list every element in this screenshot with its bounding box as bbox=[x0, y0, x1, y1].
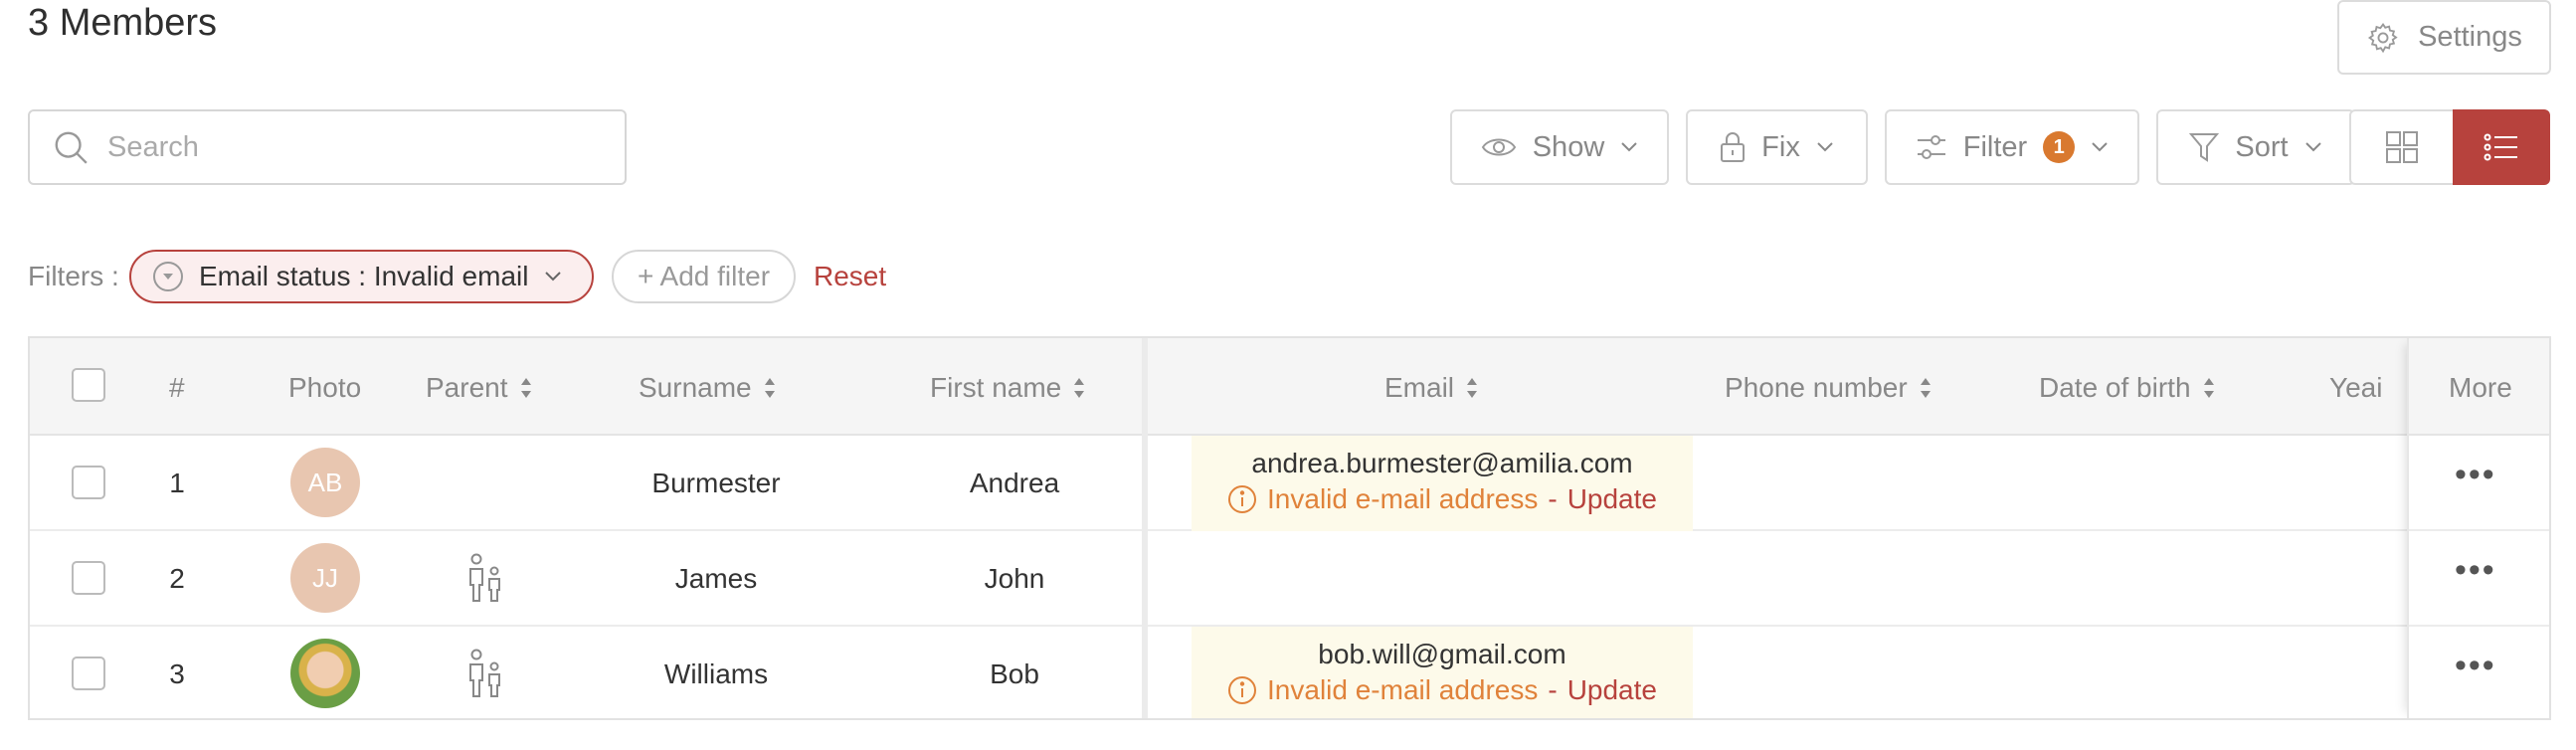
column-first-name[interactable]: First name bbox=[930, 372, 1085, 404]
sort-icon bbox=[1467, 378, 1478, 398]
search-icon bbox=[55, 131, 88, 164]
chevron-down-icon bbox=[1817, 142, 1833, 152]
active-filter-chip[interactable]: Email status : Invalid email bbox=[129, 250, 594, 303]
row-checkbox[interactable] bbox=[72, 561, 105, 595]
list-view-button[interactable] bbox=[2453, 109, 2550, 185]
chevron-down-icon bbox=[2304, 142, 2321, 152]
add-filter-button[interactable]: + Add filter bbox=[612, 250, 796, 303]
row-first-name: John bbox=[984, 563, 1045, 594]
column-more: More bbox=[2449, 372, 2512, 403]
chevron-down-icon bbox=[2092, 142, 2108, 152]
table-row[interactable]: 2 JJ James John ••• bbox=[30, 531, 2549, 627]
update-email-link[interactable]: Update bbox=[1567, 674, 1657, 706]
show-label: Show bbox=[1532, 130, 1605, 163]
filters-label: Filters : bbox=[28, 261, 119, 291]
email-address: bob.will@gmail.com bbox=[1318, 639, 1566, 669]
column-year[interactable]: Yeai bbox=[2329, 372, 2382, 404]
row-index: 3 bbox=[169, 658, 185, 689]
column-parent[interactable]: Parent bbox=[426, 372, 532, 404]
reset-link[interactable]: Reset bbox=[814, 261, 886, 292]
sort-label: Sort bbox=[2235, 130, 2289, 163]
avatar: AB bbox=[290, 448, 360, 517]
gear-icon bbox=[2368, 22, 2398, 53]
fix-button[interactable]: Fix bbox=[1686, 109, 1868, 185]
frozen-column-divider bbox=[1142, 338, 1148, 718]
warning-text: Invalid e-mail address bbox=[1267, 483, 1539, 514]
warning-text: Invalid e-mail address bbox=[1267, 674, 1539, 705]
row-surname: James bbox=[674, 563, 758, 594]
select-all-checkbox[interactable] bbox=[72, 368, 105, 402]
funnel-icon bbox=[2189, 133, 2220, 162]
column-dob-label: Date of birth bbox=[2039, 372, 2191, 403]
update-email-link[interactable]: Update bbox=[1567, 483, 1657, 515]
family-icon[interactable] bbox=[467, 553, 503, 603]
chevron-down-icon bbox=[545, 272, 562, 281]
table-row[interactable]: 3 Williams Bob bob.will@gmail.com Invali… bbox=[30, 627, 2549, 718]
column-phone[interactable]: Phone number bbox=[1725, 372, 1932, 404]
search-input[interactable] bbox=[107, 130, 605, 164]
sort-icon bbox=[764, 378, 775, 398]
sort-icon bbox=[520, 378, 531, 398]
info-icon bbox=[1228, 676, 1257, 704]
row-first-name: Andrea bbox=[969, 468, 1060, 498]
page-title: 3 Members bbox=[28, 2, 218, 44]
avatar-photo bbox=[290, 639, 360, 708]
more-column: More bbox=[2407, 338, 2549, 718]
eye-icon bbox=[1481, 138, 1516, 156]
column-index: # bbox=[169, 372, 185, 403]
sort-icon bbox=[1920, 378, 1931, 398]
sort-button[interactable]: Sort bbox=[2156, 109, 2355, 185]
filter-count-badge: 1 bbox=[2043, 131, 2076, 163]
email-warning: Invalid e-mail address - Update bbox=[1192, 674, 1693, 706]
column-first-name-label: First name bbox=[930, 372, 1062, 403]
lock-icon bbox=[1721, 132, 1746, 162]
avatar: JJ bbox=[290, 543, 360, 613]
fix-label: Fix bbox=[1761, 130, 1800, 163]
column-surname[interactable]: Surname bbox=[639, 372, 776, 404]
list-view-icon bbox=[2484, 133, 2517, 161]
column-email[interactable]: Email bbox=[1384, 372, 1478, 404]
email-warning: Invalid e-mail address - Update bbox=[1192, 483, 1693, 515]
row-surname: Burmester bbox=[651, 468, 781, 498]
column-dob[interactable]: Date of birth bbox=[2039, 372, 2215, 404]
row-index: 2 bbox=[169, 563, 185, 594]
column-phone-label: Phone number bbox=[1725, 372, 1908, 403]
column-photo: Photo bbox=[288, 372, 362, 403]
table-row[interactable]: 1 AB Burmester Andrea andrea.burmester@a… bbox=[30, 436, 2549, 531]
settings-label: Settings bbox=[2418, 21, 2522, 53]
search-box[interactable] bbox=[28, 109, 627, 185]
chip-dropdown-icon[interactable] bbox=[153, 262, 183, 291]
grid-view-button[interactable] bbox=[2349, 109, 2453, 185]
info-icon bbox=[1228, 485, 1257, 513]
row-surname: Williams bbox=[663, 658, 769, 689]
row-first-name: Bob bbox=[990, 658, 1039, 689]
warning-separator: - bbox=[1548, 674, 1558, 705]
email-address: andrea.burmester@amilia.com bbox=[1251, 448, 1633, 478]
sort-icon bbox=[2203, 378, 2214, 398]
table-header: # Photo Parent Surname First name Email … bbox=[30, 338, 2549, 436]
row-checkbox[interactable] bbox=[72, 466, 105, 499]
sliders-icon bbox=[1917, 135, 1945, 159]
filter-label: Filter bbox=[1962, 130, 2028, 163]
show-button[interactable]: Show bbox=[1450, 109, 1669, 185]
email-cell: bob.will@gmail.com Invalid e-mail addres… bbox=[1192, 627, 1693, 718]
row-index: 1 bbox=[169, 468, 185, 498]
grid-view-icon bbox=[2386, 131, 2418, 163]
warning-separator: - bbox=[1548, 483, 1558, 514]
family-icon[interactable] bbox=[467, 649, 503, 698]
members-table: # Photo Parent Surname First name Email … bbox=[28, 336, 2551, 720]
settings-button[interactable]: Settings bbox=[2337, 0, 2551, 75]
column-email-label: Email bbox=[1384, 372, 1455, 403]
column-surname-label: Surname bbox=[639, 372, 752, 403]
chip-label: Email status : Invalid email bbox=[199, 261, 529, 291]
filter-button[interactable]: Filter 1 bbox=[1885, 109, 2139, 185]
chevron-down-icon bbox=[1621, 142, 1637, 152]
email-cell: andrea.burmester@amilia.com Invalid e-ma… bbox=[1192, 436, 1693, 531]
row-checkbox[interactable] bbox=[72, 656, 105, 690]
column-parent-label: Parent bbox=[426, 372, 508, 403]
sort-icon bbox=[1074, 378, 1085, 398]
